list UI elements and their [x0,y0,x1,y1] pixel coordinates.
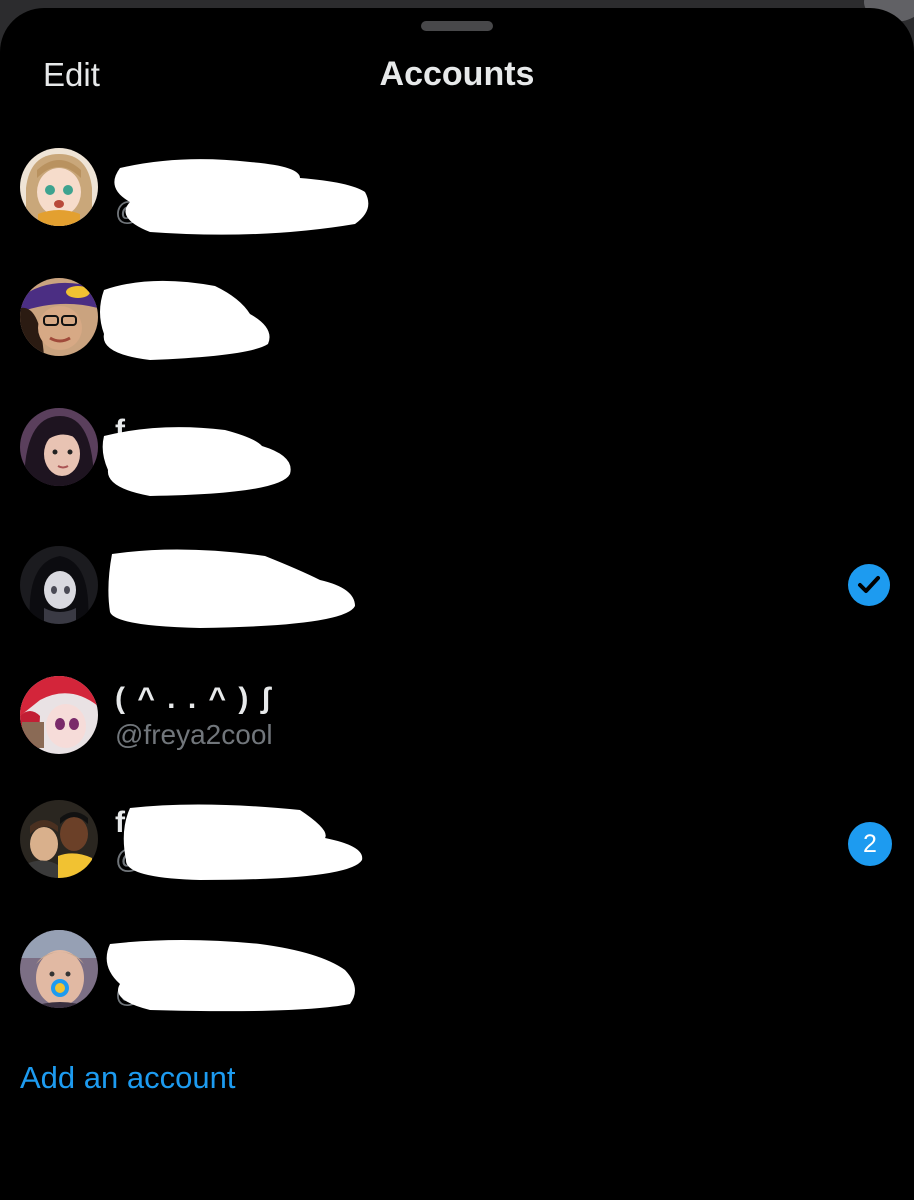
account-row[interactable]: @ [0,148,914,258]
accounts-sheet: Edit Accounts @ [0,8,914,1200]
redaction-scribble [114,159,369,235]
account-row[interactable]: @ [0,930,914,1040]
redaction-scribble [102,427,291,496]
redaction-scribble [123,804,363,880]
redaction-scribble [100,280,270,360]
account-row[interactable]: ( ^ . . ^ ) ʃ @freya2cool [0,676,914,786]
account-row[interactable] [0,278,914,388]
avatar [20,676,98,754]
selected-check-icon [848,564,890,606]
notification-count-badge: 2 [848,822,892,866]
sheet-grabber-handle[interactable] [421,21,493,31]
account-handle: @freya2cool [115,719,273,750]
redaction-scribble [108,549,356,628]
account-display-name: ( ^ . . ^ ) ʃ [115,682,273,715]
account-row[interactable]: f @ 2 [0,800,914,910]
page-title: Accounts [379,55,535,93]
account-row[interactable] [0,546,914,656]
account-row[interactable]: f [0,408,914,518]
redaction-scribble [106,940,355,1012]
add-account-link[interactable]: Add an account [20,1060,235,1096]
